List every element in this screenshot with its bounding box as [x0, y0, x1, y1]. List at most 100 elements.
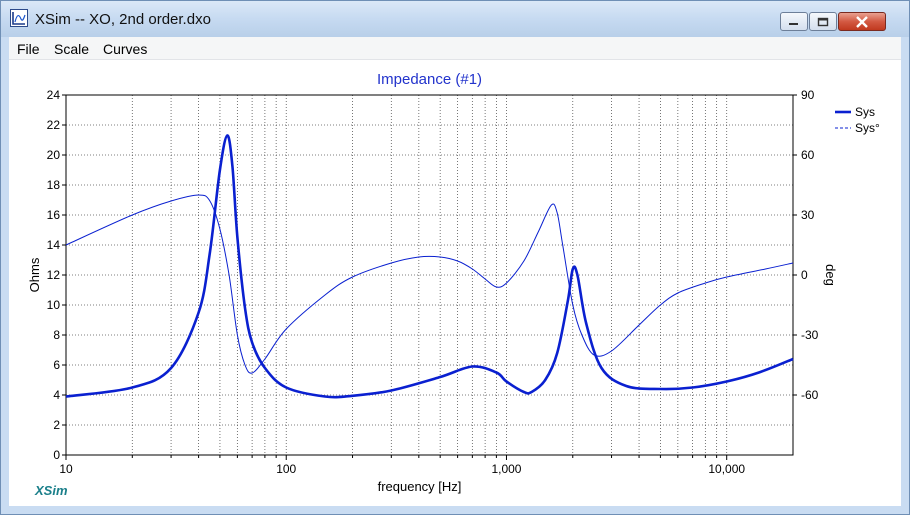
- maximize-button[interactable]: [809, 12, 837, 31]
- data-point-sys: [577, 274, 578, 275]
- data-point-sys: [523, 391, 524, 392]
- x-axis-label: frequency [Hz]: [378, 479, 462, 494]
- y2-tick-label: -30: [801, 328, 819, 342]
- series-line-sys: [65, 134, 794, 399]
- data-point-sys-phase: [457, 260, 458, 261]
- y-tick-label: 18: [47, 178, 61, 192]
- data-point-sys: [626, 385, 627, 386]
- y-tick-label: 2: [53, 418, 60, 432]
- data-point-sys: [472, 366, 473, 367]
- data-point-sys-phase: [677, 292, 678, 293]
- data-point-sys-phase: [132, 214, 133, 215]
- data-point-sys: [227, 135, 228, 136]
- y-tick-label: 8: [53, 328, 60, 342]
- data-point-sys-phase: [705, 282, 706, 283]
- y-tick-label: 10: [47, 298, 61, 312]
- y-tick-label: 0: [53, 448, 60, 462]
- legend-label: Sys°: [855, 121, 880, 135]
- xsim-app-icon[interactable]: [10, 9, 28, 27]
- data-point-sys-phase: [611, 350, 612, 351]
- data-point-sys-phase: [572, 304, 573, 305]
- close-button[interactable]: [838, 12, 886, 31]
- data-point-sys: [219, 169, 220, 170]
- data-point-sys-phase: [324, 294, 325, 295]
- data-point-sys-phase: [198, 194, 199, 195]
- x-tick-label: 100: [276, 462, 296, 476]
- data-point-sys: [496, 372, 497, 373]
- data-point-sys: [232, 166, 233, 167]
- data-point-sys-phase: [765, 268, 766, 269]
- menu-scale[interactable]: Scale: [54, 41, 89, 57]
- data-point-sys: [792, 358, 793, 359]
- menu-curves[interactable]: Curves: [103, 41, 147, 57]
- data-point-sys-phase: [557, 212, 558, 213]
- y2-tick-label: 60: [801, 148, 815, 162]
- data-point-sys-phase: [264, 358, 265, 359]
- data-point-sys-phase: [638, 324, 639, 325]
- data-point-sys-phase: [352, 276, 353, 277]
- data-point-sys: [531, 391, 532, 392]
- data-point-sys: [758, 372, 759, 373]
- legend-label: Sys: [855, 105, 875, 119]
- series-line-sys-phase: [65, 194, 794, 374]
- x-tick-label: 1,000: [491, 462, 521, 476]
- data-point-sys: [391, 390, 392, 391]
- data-point-sys-phase: [391, 262, 392, 263]
- impedance-chart: 10 100 1,000 10,000024681012141618202224 906…: [27, 71, 880, 494]
- data-point-sys-phase: [792, 262, 793, 263]
- title-bar[interactable]: XSim -- XO, 2nd order.dxo: [1, 1, 909, 37]
- data-point-sys: [726, 381, 727, 382]
- data-point-sys: [567, 300, 568, 301]
- data-point-sys-phase: [581, 334, 582, 335]
- maximize-icon: [817, 17, 829, 26]
- minimize-icon: [789, 22, 798, 25]
- data-point-sys: [545, 379, 546, 380]
- minimize-button[interactable]: [780, 12, 808, 31]
- data-point-sys: [286, 387, 287, 388]
- chart-area: 10 100 1,000 10,000 0 2 4 6 8 10 12 14 16 18 20 22 24 90 6…: [9, 60, 901, 506]
- menu-file[interactable]: File: [17, 41, 40, 57]
- y-tick-label: 4: [53, 388, 60, 402]
- y2-tick-label: -60: [801, 388, 819, 402]
- y-tick-label: 16: [47, 208, 61, 222]
- data-point-sys-phase: [440, 256, 441, 257]
- data-point-sys: [65, 396, 66, 397]
- data-point-sys: [209, 252, 210, 253]
- data-point-sys: [506, 381, 507, 382]
- data-point-sys-phase: [472, 268, 473, 269]
- y-tick-label: 22: [47, 118, 61, 132]
- window-title: XSim -- XO, 2nd order.dxo: [35, 11, 211, 28]
- data-point-sys-phase: [496, 286, 497, 287]
- app-window: XSim -- XO, 2nd order.dxo File Scale Cur…: [0, 0, 910, 515]
- data-point-sys: [264, 367, 265, 368]
- data-point-sys: [601, 367, 602, 368]
- data-point-sys-phase: [170, 200, 171, 201]
- data-point-sys: [660, 388, 661, 389]
- data-point-sys-phase: [65, 244, 66, 245]
- data-point-sys: [132, 387, 133, 388]
- y2-tick-label: 90: [801, 88, 815, 102]
- data-point-sys: [237, 237, 238, 238]
- data-point-sys-phase: [418, 256, 419, 257]
- xsim-logo-text: XSim: [35, 483, 68, 498]
- data-point-sys-phase: [219, 228, 220, 229]
- y2-tick-label: 30: [801, 208, 815, 222]
- data-point-sys-phase: [562, 244, 563, 245]
- data-point-sys-phase: [228, 274, 229, 275]
- data-point-sys: [198, 312, 199, 313]
- data-point-sys-phase: [252, 372, 253, 373]
- y-tick-label: 12: [47, 268, 61, 282]
- chart-title: Impedance (#1): [377, 71, 482, 88]
- y-tick-label: 24: [47, 88, 61, 102]
- data-point-sys-phase: [660, 304, 661, 305]
- data-point-sys-phase: [726, 276, 727, 277]
- y2-axis-label: deg: [823, 264, 838, 286]
- data-point-sys-phase: [209, 200, 210, 201]
- data-point-sys-phase: [485, 278, 486, 279]
- data-point-sys: [557, 352, 558, 353]
- data-point-sys: [170, 367, 171, 368]
- data-point-sys: [352, 395, 353, 396]
- close-icon: [856, 15, 868, 28]
- data-point-sys-phase: [538, 230, 539, 231]
- data-point-sys: [572, 268, 573, 269]
